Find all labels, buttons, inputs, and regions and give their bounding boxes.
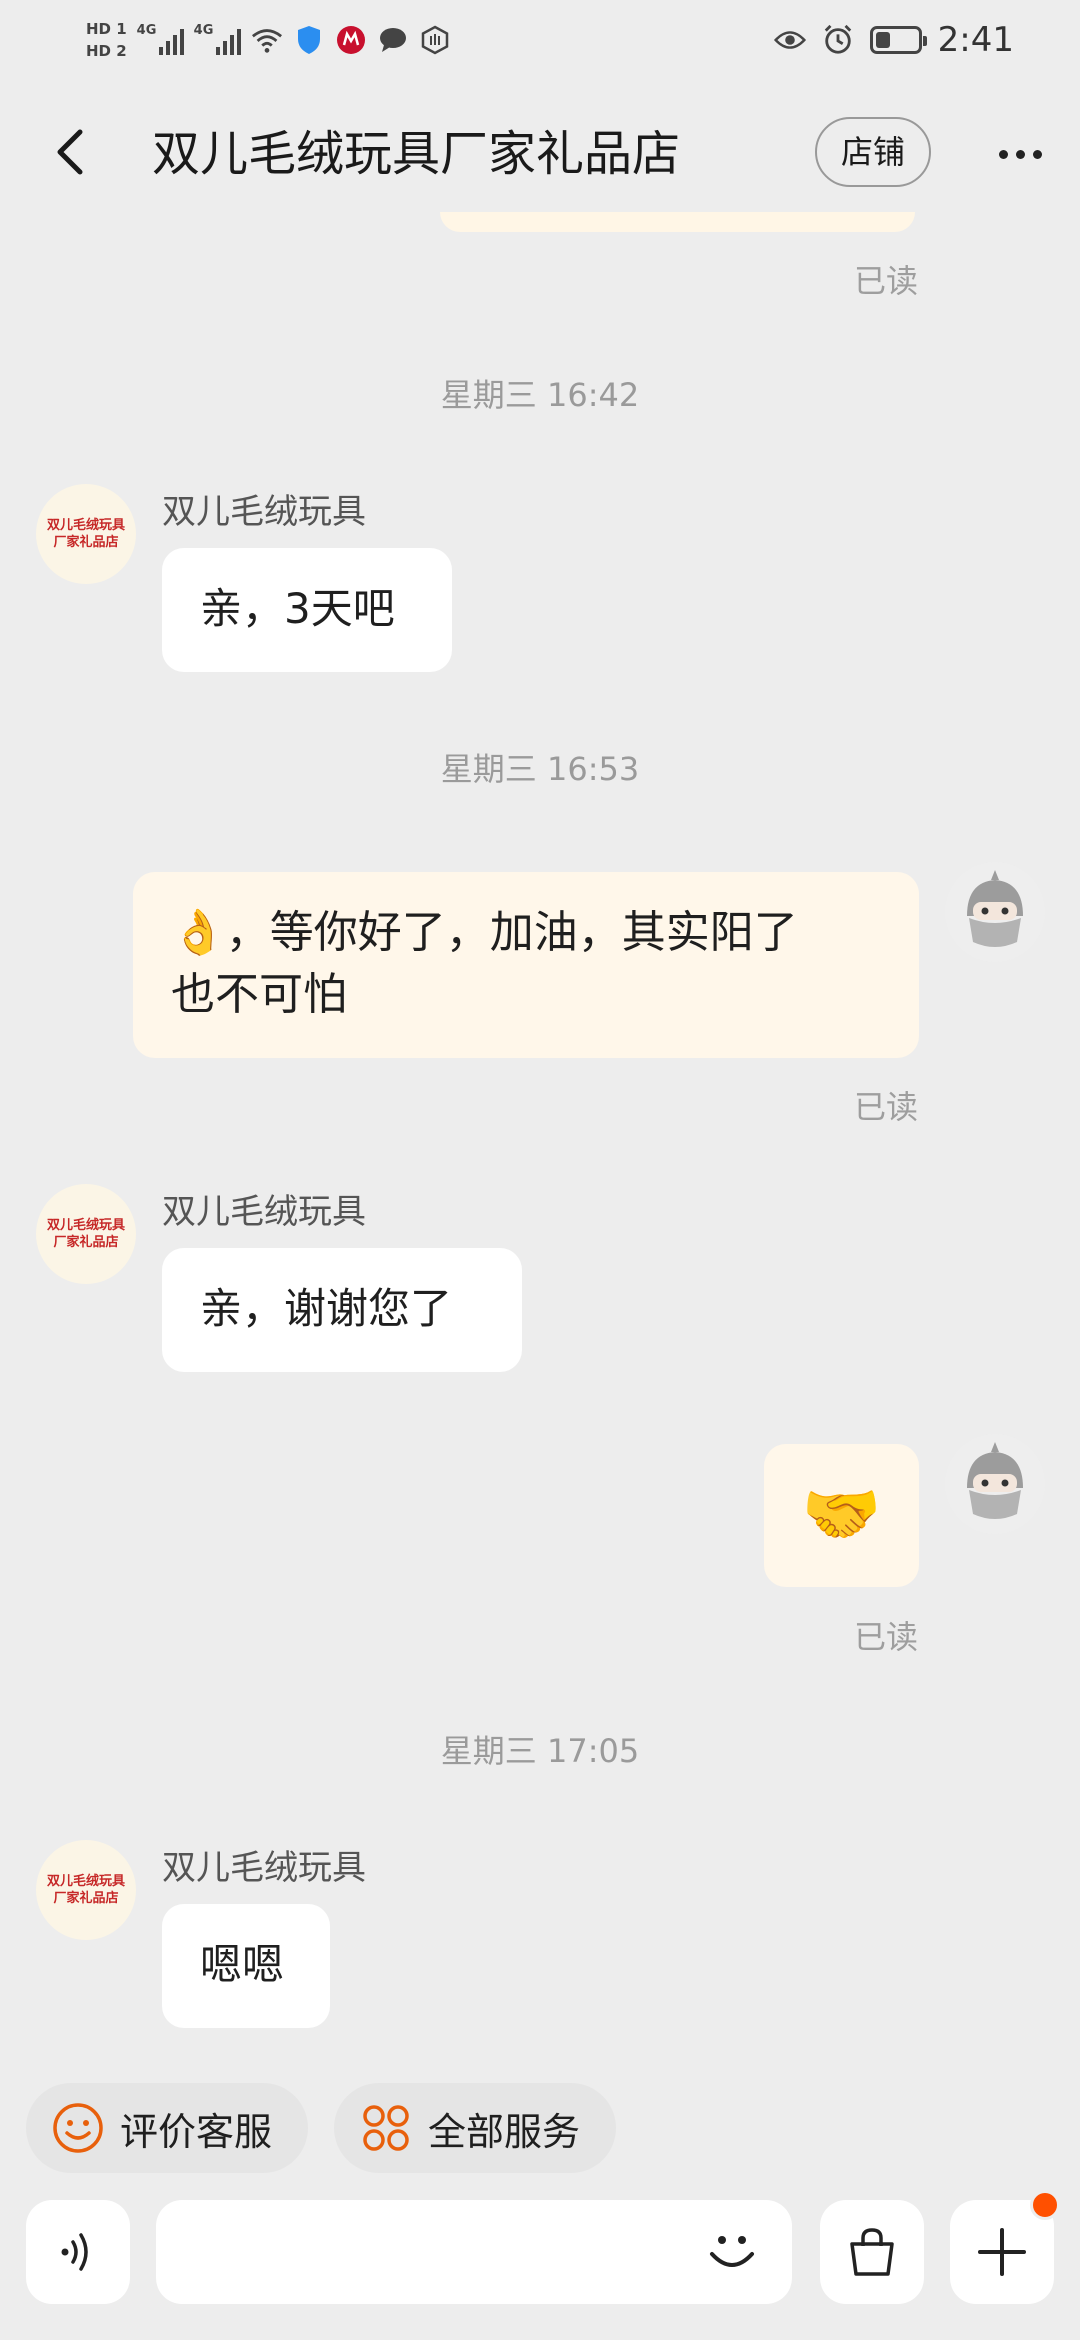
dot-icon (998, 149, 1008, 159)
page-title: 双儿毛绒玩具厂家礼品店 (152, 126, 681, 182)
read-receipt: 已读 (853, 1088, 918, 1126)
user-avatar[interactable] (945, 862, 1045, 962)
message-input-box[interactable] (156, 2200, 792, 2304)
ninja-avatar-icon (945, 1434, 1045, 1534)
message-bubble-partial[interactable] (440, 212, 915, 232)
smiley-icon (53, 2103, 103, 2153)
input-bar (0, 2190, 1080, 2340)
sender-name: 双儿毛绒玩具 (162, 492, 366, 532)
shop-button[interactable]: 店铺 (815, 117, 931, 187)
ninja-avatar-icon (945, 862, 1045, 962)
chat-bubble-icon (377, 24, 409, 56)
back-button[interactable] (44, 122, 104, 182)
message-bubble[interactable]: 亲，谢谢您了 (162, 1248, 522, 1372)
shop-avatar[interactable]: 双儿毛绒玩具厂家礼品店 (36, 1840, 136, 1940)
sim1-indicator: HD 1 (86, 20, 127, 38)
dot-icon (1015, 149, 1025, 159)
wifi-icon (251, 24, 283, 56)
voice-input-button[interactable] (26, 2200, 130, 2304)
timestamp: 星期三 17:05 (440, 1732, 640, 1770)
message-bubble[interactable]: 嗯嗯 (162, 1904, 330, 2028)
more-actions-button[interactable] (950, 2190, 1060, 2304)
dot-icon (1032, 149, 1042, 159)
shield-icon (293, 24, 325, 56)
clock: 2:41 (937, 20, 1014, 60)
shopping-bag-button[interactable] (820, 2200, 924, 2304)
emoji-message-bubble[interactable]: 🤝 (764, 1444, 919, 1587)
plus-icon (978, 2228, 1026, 2276)
sim2-indicator: HD 2 (86, 42, 127, 60)
user-avatar[interactable] (945, 1434, 1045, 1534)
more-options-button[interactable] (990, 124, 1050, 184)
rate-service-chip[interactable]: 评价客服 (26, 2083, 308, 2173)
sender-name: 双儿毛绒玩具 (162, 1192, 366, 1232)
voice-wave-icon (61, 2233, 88, 2271)
battery-icon (869, 26, 927, 54)
grid-circles-icon (363, 2105, 409, 2151)
message-bubble[interactable]: 亲，3天吧 (162, 548, 452, 672)
emoji-icon[interactable] (702, 2222, 762, 2282)
message-bubble[interactable]: 👌，等你好了，加油，其实阳了 也不可怕 (133, 872, 919, 1058)
notification-dot (1030, 2190, 1060, 2220)
read-receipt: 已读 (853, 1618, 918, 1656)
shopping-bag-icon (850, 2228, 894, 2276)
message-line: 也不可怕 (171, 969, 347, 1020)
chip-label: 全部服务 (428, 2109, 581, 2154)
message-input[interactable] (184, 2222, 688, 2284)
alarm-icon (822, 24, 854, 56)
timestamp: 星期三 16:53 (440, 750, 640, 788)
chat-header: 双儿毛绒玩具厂家礼品店 店铺 (0, 100, 1080, 210)
chevron-left-icon (57, 129, 83, 175)
sender-name: 双儿毛绒玩具 (162, 1848, 366, 1888)
chip-label: 评价客服 (120, 2109, 273, 2154)
hexagon-hand-icon (419, 24, 451, 56)
shop-avatar[interactable]: 双儿毛绒玩具厂家礼品店 (36, 1184, 136, 1284)
eye-icon (773, 24, 806, 56)
timestamp: 星期三 16:42 (440, 376, 640, 414)
message-line: 👌，等你好了，加油，其实阳了 (171, 907, 798, 958)
all-services-chip[interactable]: 全部服务 (334, 2083, 616, 2173)
signal-icon: 4G (194, 23, 241, 55)
read-receipt: 已读 (853, 262, 918, 300)
bank-app-icon (335, 24, 367, 56)
signal-icon: 4G (137, 23, 184, 55)
status-bar: HD 1 HD 2 4G 4G 2:41 (0, 0, 1080, 80)
shop-avatar[interactable]: 双儿毛绒玩具厂家礼品店 (36, 484, 136, 584)
